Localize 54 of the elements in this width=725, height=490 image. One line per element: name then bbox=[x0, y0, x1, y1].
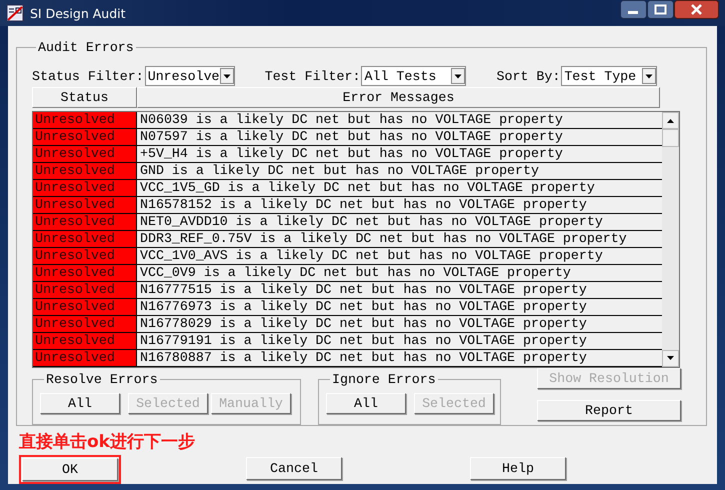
status-cell: Unresolved bbox=[33, 265, 137, 281]
message-cell-text: VCC_1V5_GD is a likely DC net but has no VOLTAGE property bbox=[139, 180, 596, 196]
status-cell: Unresolved bbox=[33, 197, 137, 213]
ok-button[interactable]: OK bbox=[22, 458, 118, 481]
column-header[interactable]: Error Messages bbox=[137, 87, 660, 108]
filter-label: Status Filter: bbox=[32, 68, 144, 84]
window-title: SI Design Audit bbox=[30, 6, 127, 20]
message-cell-text: N16778029 is a likely DC net but has no VOLTAGE property bbox=[139, 316, 588, 332]
status-cell: Unresolved bbox=[33, 146, 137, 162]
group-title: Ignore Errors bbox=[331, 372, 437, 387]
message-cell-text: VCC_1V0_AVS is a likely DC net but has no VOLTAGE property bbox=[139, 248, 604, 264]
status-cell: Unresolved bbox=[33, 180, 137, 196]
message-cell-text: N16777515 is a likely DC net but has no VOLTAGE property bbox=[139, 282, 588, 298]
dropdown[interactable]: Test Type bbox=[561, 66, 658, 86]
status-cell: Unresolved bbox=[33, 163, 137, 179]
status-cell: Unresolved bbox=[33, 333, 137, 349]
filter-label: Sort By: bbox=[496, 68, 560, 84]
message-cell-text: VCC_0V9 is a likely DC net but has no VOLTAGE property bbox=[139, 265, 572, 281]
message-cell-text: N16578152 is a likely DC net but has no VOLTAGE property bbox=[139, 197, 588, 213]
annotation-text: 直接单击ok进行下一步 bbox=[19, 431, 196, 452]
filter-label: Test Filter: bbox=[264, 68, 360, 84]
maximize-button[interactable] bbox=[647, 0, 674, 19]
group-title: Audit Errors bbox=[37, 40, 135, 55]
message-cell-text: GND is a likely DC net but has no VOLTAGE property bbox=[139, 163, 540, 179]
dropdown[interactable]: All Tests bbox=[361, 66, 466, 86]
status-cell: Unresolved bbox=[33, 214, 137, 230]
action-button[interactable]: All bbox=[326, 393, 406, 414]
message-cell-text: N06039 is a likely DC net but has no VOLTAGE property bbox=[139, 112, 564, 128]
status-cell: Unresolved bbox=[33, 350, 137, 366]
action-button[interactable]: Report bbox=[537, 400, 681, 421]
close-button[interactable] bbox=[674, 0, 719, 19]
dialog-button[interactable]: Help bbox=[470, 457, 566, 480]
status-cell: Unresolved bbox=[33, 112, 137, 128]
action-button[interactable]: All bbox=[40, 393, 120, 414]
status-cell: Unresolved bbox=[33, 316, 137, 332]
dropdown[interactable]: Unresolve bbox=[144, 66, 235, 86]
status-cell: Unresolved bbox=[33, 129, 137, 145]
message-cell-text: N07597 is a likely DC net but has no VOLTAGE property bbox=[139, 129, 564, 145]
message-cell-text: N16776973 is a likely DC net but has no VOLTAGE property bbox=[139, 299, 588, 315]
app-icon bbox=[6, 4, 24, 22]
status-cell: Unresolved bbox=[33, 231, 137, 247]
dialog-button[interactable]: Cancel bbox=[246, 457, 342, 480]
message-cell-text: N16780887 is a likely DC net but has no VOLTAGE property bbox=[139, 350, 588, 366]
status-cell: Unresolved bbox=[33, 299, 137, 315]
message-cell-text: N16779191 is a likely DC net but has no VOLTAGE property bbox=[139, 333, 588, 349]
message-cell-text: DDR3_REF_0.75V is a likely DC net but has no VOLTAGE property bbox=[139, 231, 628, 247]
column-header[interactable]: Status bbox=[32, 87, 137, 108]
minimize-button[interactable] bbox=[620, 0, 647, 19]
status-cell: Unresolved bbox=[33, 248, 137, 264]
status-cell: Unresolved bbox=[33, 282, 137, 298]
scrollbar[interactable] bbox=[662, 112, 679, 367]
message-cell-text: NET0_AVDD10 is a likely DC net but has no VOLTAGE property bbox=[139, 214, 604, 230]
group-title: Resolve Errors bbox=[45, 372, 159, 387]
message-cell-text: +5V_H4 is a likely DC net but has no VOLTAGE property bbox=[139, 146, 564, 162]
